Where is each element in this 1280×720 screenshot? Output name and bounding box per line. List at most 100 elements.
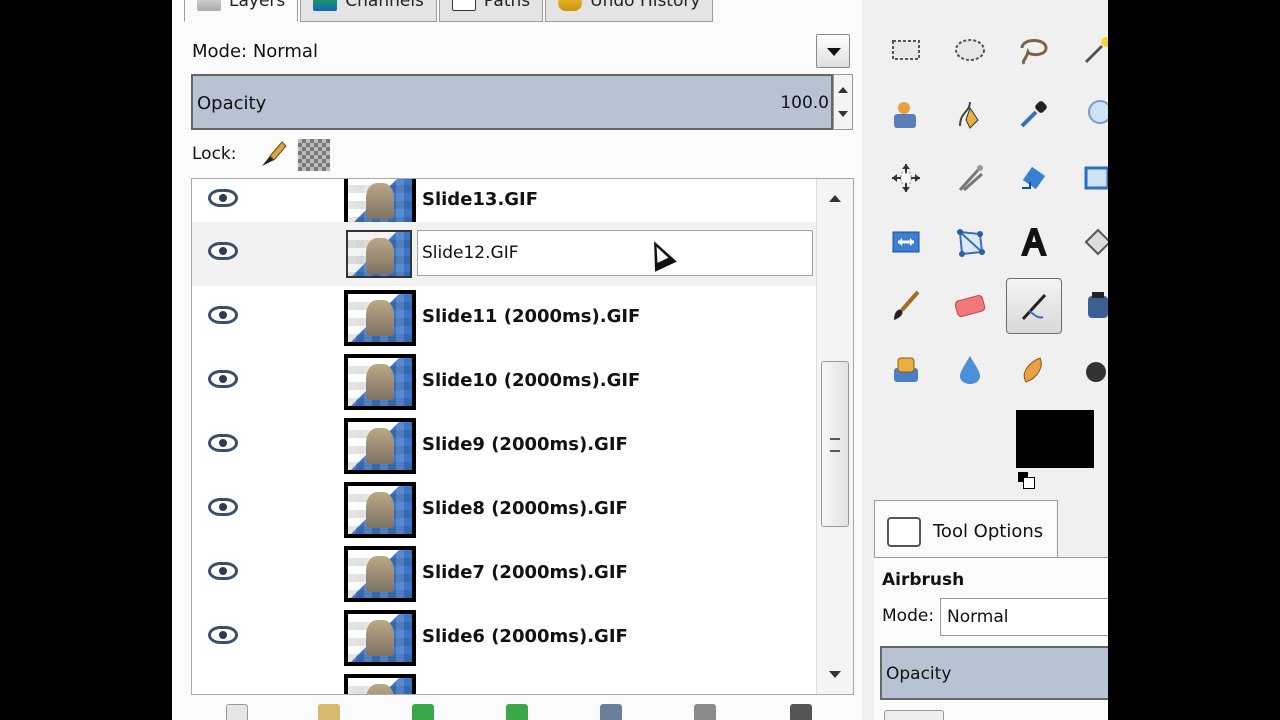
dodge-burn-icon[interactable]	[1070, 342, 1108, 398]
layer-thumbnail	[344, 418, 416, 474]
raise-layer-icon[interactable]	[412, 704, 434, 720]
spin-up-icon[interactable]	[838, 87, 848, 93]
layer-thumbnail	[346, 230, 412, 278]
layer-action-buttons	[202, 700, 832, 720]
tool-mode-label: Mode:	[882, 606, 935, 626]
airbrush-icon[interactable]	[1006, 278, 1062, 334]
layer-mode-label: Mode: Normal	[192, 41, 318, 62]
paths-tool-icon[interactable]	[942, 86, 998, 142]
eye-icon[interactable]	[208, 434, 238, 452]
layer-row[interactable]: Slide10 (2000ms).GIF	[192, 350, 816, 414]
paths-icon	[451, 0, 476, 11]
eye-icon[interactable]	[208, 306, 238, 324]
flip-icon[interactable]	[878, 214, 934, 270]
blur-icon[interactable]	[942, 342, 998, 398]
layer-row[interactable]	[192, 670, 816, 694]
tool-name: Airbrush	[882, 570, 965, 590]
tool-opacity-slider[interactable]: Opacity	[880, 646, 1108, 700]
opacity-spinner[interactable]	[833, 74, 853, 130]
tool-options-icon	[887, 517, 921, 547]
cage-transform-icon[interactable]	[942, 214, 998, 270]
layer-row[interactable]: Slide8 (2000ms).GIF	[192, 478, 816, 542]
opacity-label: Opacity	[197, 93, 267, 114]
ellipse-select-icon[interactable]	[942, 22, 998, 78]
dock-tabs: Layers Channels Paths Undo History	[184, 0, 715, 22]
clone-icon[interactable]	[878, 342, 934, 398]
tab-undo-history[interactable]: Undo History	[545, 0, 714, 22]
tool-mode-dropdown[interactable]: Normal	[940, 598, 1108, 636]
toolbox: Tool Options Airbrush Mode: Normal Opaci…	[872, 0, 1108, 720]
foreground-select-icon[interactable]	[878, 86, 934, 142]
layers-dock: Layers Channels Paths Undo History Mode:…	[172, 0, 862, 720]
spin-down-icon[interactable]	[838, 111, 848, 117]
tab-tool-options[interactable]: Tool Options	[874, 500, 1058, 558]
layer-thumbnail	[344, 546, 416, 602]
duplicate-layer-icon[interactable]	[600, 704, 622, 720]
scale-icon[interactable]	[1070, 150, 1108, 206]
paintbrush-icon[interactable]	[878, 278, 934, 334]
bucket-fill-icon[interactable]	[1070, 214, 1108, 270]
scroll-up-icon[interactable]	[829, 195, 841, 202]
lasso-icon[interactable]	[1006, 22, 1062, 78]
opacity-value: 100.0	[780, 93, 829, 113]
move-icon[interactable]	[878, 150, 934, 206]
eye-icon[interactable]	[208, 242, 238, 260]
lock-pixels-brush-icon[interactable]	[256, 138, 288, 170]
layer-row[interactable]: Slide6 (2000ms).GIF	[192, 606, 816, 670]
rect-select-icon[interactable]	[878, 22, 934, 78]
lock-alpha-checker-icon[interactable]	[298, 139, 330, 171]
delete-layer-icon[interactable]	[790, 704, 812, 720]
eye-icon[interactable]	[208, 562, 238, 580]
undo-history-icon	[558, 0, 583, 11]
tab-label: Undo History	[590, 0, 701, 11]
eye-icon[interactable]	[208, 626, 238, 644]
anchor-layer-icon[interactable]	[694, 704, 716, 720]
layer-group-icon[interactable]	[318, 704, 340, 720]
tab-label: Tool Options	[933, 521, 1044, 542]
tab-label: Layers	[229, 0, 286, 11]
scroll-down-icon[interactable]	[829, 671, 841, 678]
layer-row[interactable]: Slide9 (2000ms).GIF	[192, 414, 816, 478]
layer-thumbnail	[344, 674, 416, 694]
eye-icon[interactable]	[208, 498, 238, 516]
eye-icon[interactable]	[208, 370, 238, 388]
tab-label: Channels	[345, 0, 424, 11]
ink-icon[interactable]	[1070, 278, 1108, 334]
text-icon[interactable]	[1006, 214, 1062, 270]
layer-name: Slide11 (2000ms).GIF	[422, 306, 641, 327]
tab-layers[interactable]: Layers	[184, 0, 299, 22]
lock-label: Lock:	[192, 144, 237, 164]
eraser-icon[interactable]	[942, 278, 998, 334]
layer-row-selected[interactable]: Slide12.GIF	[192, 222, 816, 286]
layer-thumbnail	[344, 290, 416, 346]
layer-name: Slide6 (2000ms).GIF	[422, 626, 628, 647]
layer-mode-row: Mode: Normal	[192, 34, 854, 68]
layer-row[interactable]: Slide11 (2000ms).GIF	[192, 286, 816, 350]
crop-icon[interactable]	[942, 150, 998, 206]
tab-channels[interactable]: Channels	[300, 0, 437, 22]
tab-paths[interactable]: Paths	[438, 0, 544, 22]
layer-name: Slide7 (2000ms).GIF	[422, 562, 628, 583]
scroll-thumb[interactable]	[821, 361, 849, 527]
layer-thumbnail	[344, 354, 416, 410]
gimp-window: Layers Channels Paths Undo History Mode:…	[172, 0, 1108, 720]
layers-icon	[197, 0, 221, 11]
rotate-icon[interactable]	[1006, 150, 1062, 206]
layer-row[interactable]: Slide7 (2000ms).GIF	[192, 542, 816, 606]
layer-list-scrollbar[interactable]	[816, 179, 853, 694]
layer-name: Slide10 (2000ms).GIF	[422, 370, 641, 391]
zoom-icon[interactable]	[1070, 86, 1108, 142]
fuzzy-select-icon[interactable]	[1070, 22, 1108, 78]
color-picker-icon[interactable]	[1006, 86, 1062, 142]
layer-mode-dropdown[interactable]	[816, 34, 850, 68]
lower-layer-icon[interactable]	[506, 704, 528, 720]
foreground-color-swatch[interactable]	[1016, 410, 1094, 468]
default-colors-icon[interactable]	[1018, 472, 1035, 489]
new-layer-icon[interactable]	[226, 704, 248, 720]
layer-list: Slide13.GIF Slide12.GIF Slide11 (2000ms)…	[191, 178, 854, 695]
layer-rename-input[interactable]: Slide12.GIF	[417, 230, 813, 276]
eye-icon[interactable]	[208, 189, 238, 207]
brush-selector[interactable]	[884, 710, 944, 720]
layer-opacity-slider[interactable]: Opacity 100.0	[191, 74, 833, 130]
smudge-icon[interactable]	[1006, 342, 1062, 398]
